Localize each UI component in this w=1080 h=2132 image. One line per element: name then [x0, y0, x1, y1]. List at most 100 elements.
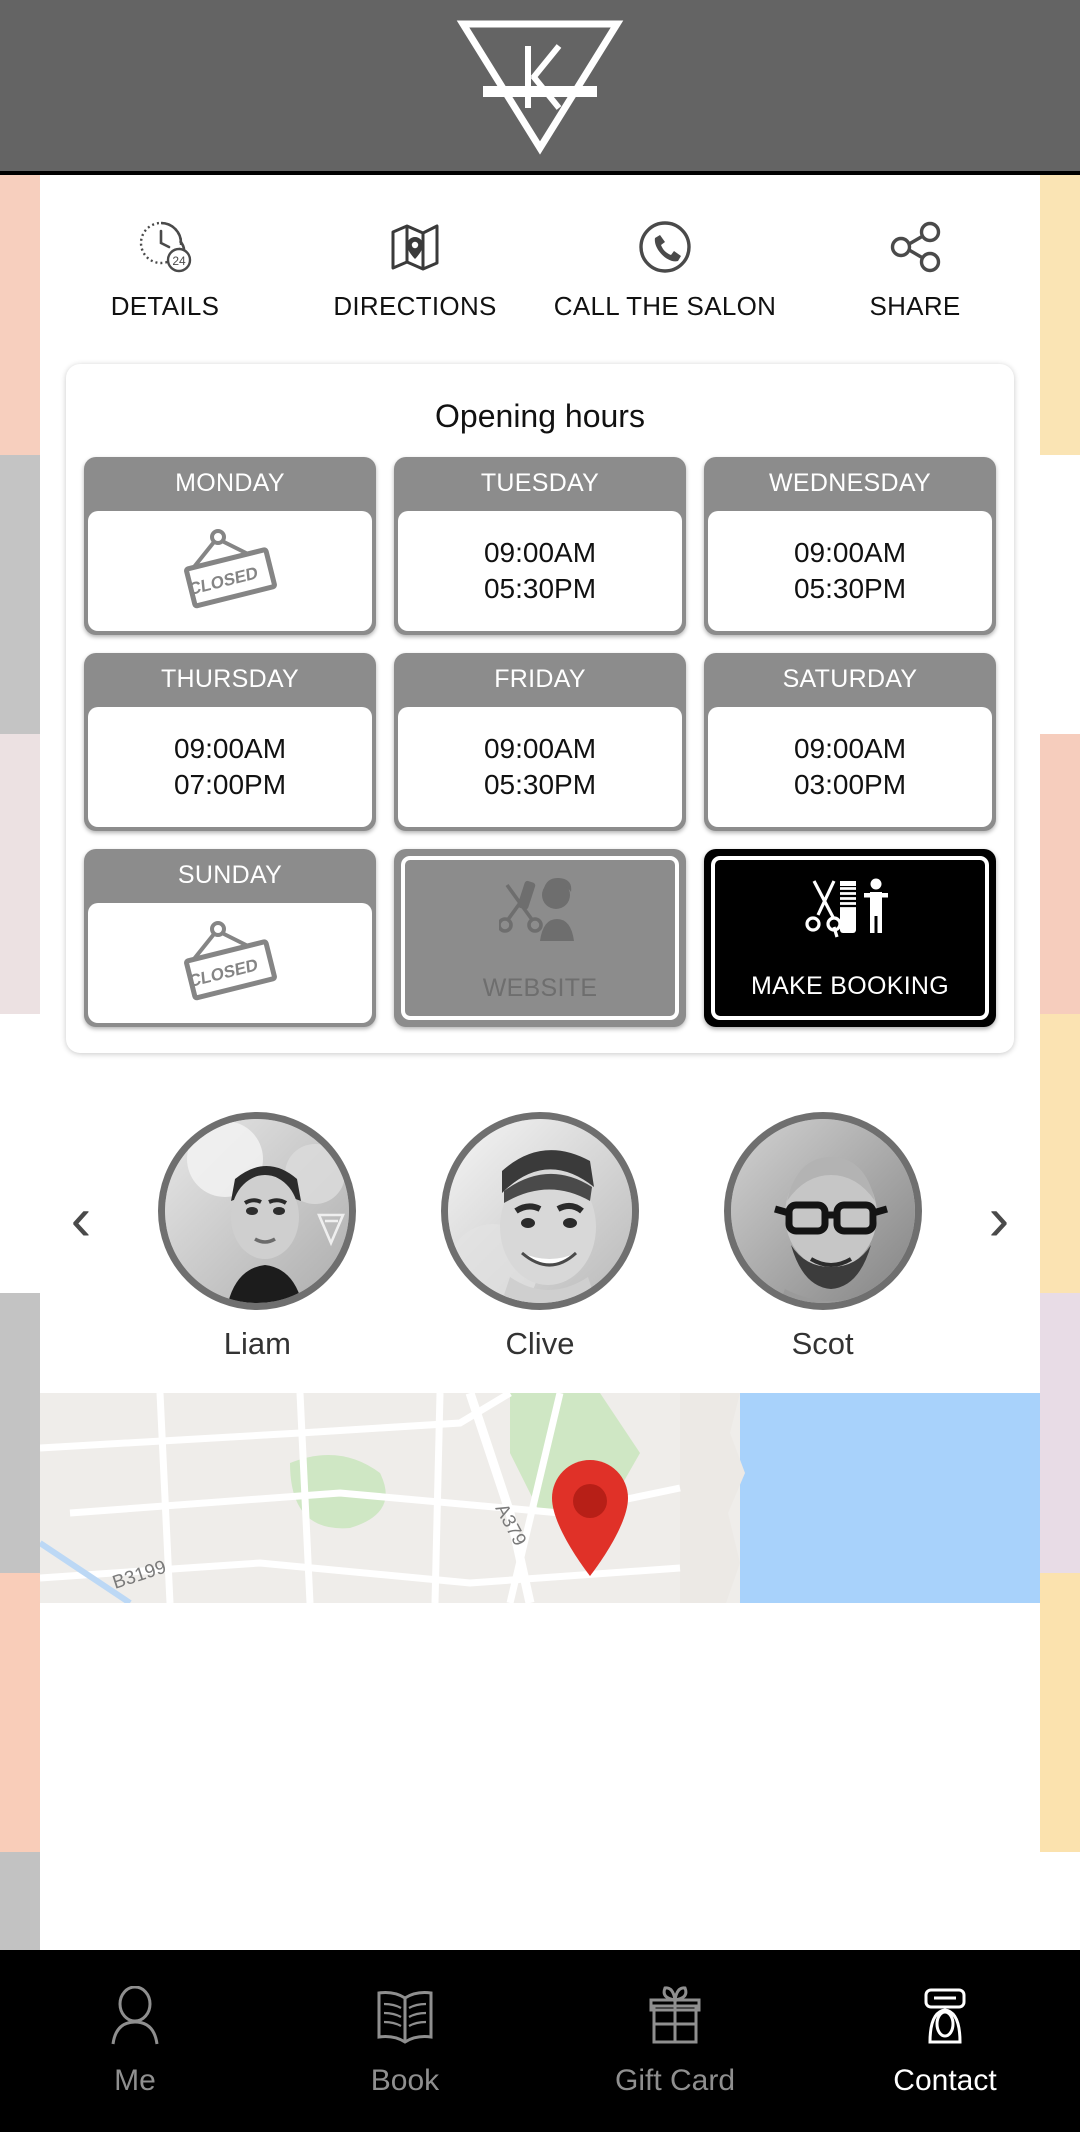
- background-band: [0, 175, 40, 455]
- day-tile: SUNDAY CLOSED: [84, 849, 376, 1027]
- scissors-comb-person-icon: [804, 875, 896, 946]
- day-tile: THURSDAY 09:00AM 07:00PM: [84, 653, 376, 831]
- action-details[interactable]: 24 DETAILS: [40, 217, 290, 322]
- closed-sign-icon: CLOSED: [178, 917, 282, 1009]
- day-body: 09:00AM 05:30PM: [398, 511, 682, 631]
- day-name: SUNDAY: [177, 861, 283, 889]
- day-body: 09:00AM 05:30PM: [398, 707, 682, 827]
- day-body: 09:00AM 03:00PM: [708, 707, 992, 827]
- day-body: 09:00AM 07:00PM: [88, 707, 372, 827]
- telephone-icon: [914, 1984, 976, 2046]
- day-name: WEDNESDAY: [769, 469, 931, 497]
- nav-item-gift-card[interactable]: Gift Card: [540, 1984, 810, 2098]
- make-booking-button[interactable]: MAKE BOOKING: [704, 849, 996, 1027]
- website-button[interactable]: WEBSITE: [394, 849, 686, 1027]
- staff-name: Scot: [791, 1326, 854, 1361]
- day-open-time: 09:00AM: [173, 733, 287, 765]
- nav-item-label: Gift Card: [614, 2064, 736, 2097]
- staff-member[interactable]: Clive: [440, 1112, 639, 1362]
- day-close-time: 03:00PM: [793, 769, 907, 800]
- background-band: [0, 1572, 40, 1853]
- background-band: [0, 1293, 40, 1573]
- phone-circle-icon: [636, 217, 694, 277]
- staff-member[interactable]: Scot: [723, 1112, 922, 1362]
- background-band: [1040, 734, 1080, 1014]
- day-name: THURSDAY: [160, 665, 300, 693]
- clock-24-icon: 24: [136, 217, 194, 277]
- closed-sign-icon: CLOSED: [178, 525, 282, 617]
- svg-text:24: 24: [172, 254, 186, 268]
- day-open-time: 09:00AM: [793, 733, 907, 765]
- action-directions[interactable]: DIRECTIONS: [290, 217, 540, 322]
- background-stripes-right: [1040, 175, 1080, 2132]
- opening-hours-card: Opening hours MONDAY CLOSED TUESDAY 09:0…: [66, 364, 1014, 1053]
- day-tile: WEDNESDAY 09:00AM 05:30PM: [704, 457, 996, 635]
- nav-item-book[interactable]: Book: [270, 1984, 540, 2098]
- action-details-label: DETAILS: [110, 291, 220, 321]
- staff-avatar[interactable]: [158, 1112, 357, 1310]
- day-name: FRIDAY: [494, 665, 586, 693]
- nav-item-label: Book: [370, 2064, 440, 2097]
- gift-box-icon: [647, 1984, 703, 2046]
- staff-carousel: ‹ Liam Clive Scot ›: [40, 1087, 1040, 1387]
- day-open-time: 09:00AM: [483, 733, 597, 765]
- action-share[interactable]: SHARE: [790, 217, 1040, 322]
- staff-name: Clive: [505, 1326, 575, 1361]
- staff-avatar[interactable]: [440, 1112, 639, 1310]
- share-nodes-icon: [886, 217, 944, 277]
- background-band: [0, 454, 40, 735]
- barber-scissors-person-icon: [497, 873, 581, 948]
- map-pin-icon: [387, 217, 443, 277]
- action-share-label: SHARE: [869, 291, 961, 321]
- action-call-salon-label: CALL THE SALON: [553, 291, 777, 321]
- nav-item-label: Me: [114, 2064, 156, 2097]
- background-band: [0, 734, 40, 1014]
- action-directions-label: DIRECTIONS: [333, 291, 497, 321]
- background-band: [1040, 1013, 1080, 1294]
- day-close-time: 07:00PM: [173, 769, 287, 800]
- nav-item-me[interactable]: Me: [0, 1984, 270, 2098]
- staff-name: Liam: [223, 1326, 291, 1361]
- day-name: SATURDAY: [782, 665, 918, 693]
- opening-hours-title: Opening hours: [435, 398, 645, 434]
- day-close-time: 05:30PM: [483, 769, 597, 800]
- background-band: [1040, 454, 1080, 735]
- background-band: [1040, 1572, 1080, 1853]
- location-map[interactable]: A379 B3199: [40, 1393, 1040, 1603]
- bottom-navigation: Me Book Gift Card Contact: [0, 1950, 1080, 2132]
- day-tile: MONDAY CLOSED: [84, 457, 376, 635]
- background-stripes-left: [0, 175, 40, 2132]
- action-call-salon[interactable]: CALL THE SALON: [540, 217, 790, 322]
- carousel-next-button[interactable]: ›: [964, 1189, 1034, 1285]
- booking-button-label: MAKE BOOKING: [750, 972, 950, 1000]
- day-close-time: 05:30PM: [483, 573, 597, 604]
- day-name: TUESDAY: [480, 469, 600, 497]
- day-open-time: 09:00AM: [483, 537, 597, 569]
- day-body: CLOSED: [88, 903, 372, 1023]
- day-open-time: 09:00AM: [793, 537, 907, 569]
- day-name: MONDAY: [175, 469, 285, 497]
- day-tile: TUESDAY 09:00AM 05:30PM: [394, 457, 686, 635]
- background-band: [0, 1013, 40, 1294]
- nav-item-contact[interactable]: Contact: [810, 1984, 1080, 2098]
- day-close-time: 05:30PM: [793, 573, 907, 604]
- day-body: 09:00AM 05:30PM: [708, 511, 992, 631]
- day-tile: FRIDAY 09:00AM 05:30PM: [394, 653, 686, 831]
- open-book-icon: [375, 1984, 435, 2046]
- person-icon: [108, 1984, 162, 2046]
- staff-member[interactable]: Liam: [158, 1112, 357, 1362]
- background-band: [1040, 1293, 1080, 1573]
- carousel-prev-button[interactable]: ‹: [46, 1189, 116, 1285]
- website-button-label: WEBSITE: [482, 974, 598, 1002]
- background-band: [1040, 175, 1080, 455]
- app-header: [0, 0, 1080, 175]
- staff-list: Liam Clive Scot: [116, 1112, 964, 1362]
- opening-hours-grid: MONDAY CLOSED TUESDAY 09:00AM 05:30PM WED…: [80, 457, 1000, 1027]
- day-body: CLOSED: [88, 511, 372, 631]
- staff-avatar[interactable]: [723, 1112, 922, 1310]
- nav-item-label: Contact: [893, 2064, 997, 2097]
- app-content: 24 DETAILS DIRECTIONS CALL THE SALON SHA…: [40, 179, 1040, 1949]
- action-row: 24 DETAILS DIRECTIONS CALL THE SALON SHA…: [40, 179, 1040, 340]
- inverted-triangle-k-logo-icon: [455, 16, 625, 156]
- day-tile: SATURDAY 09:00AM 03:00PM: [704, 653, 996, 831]
